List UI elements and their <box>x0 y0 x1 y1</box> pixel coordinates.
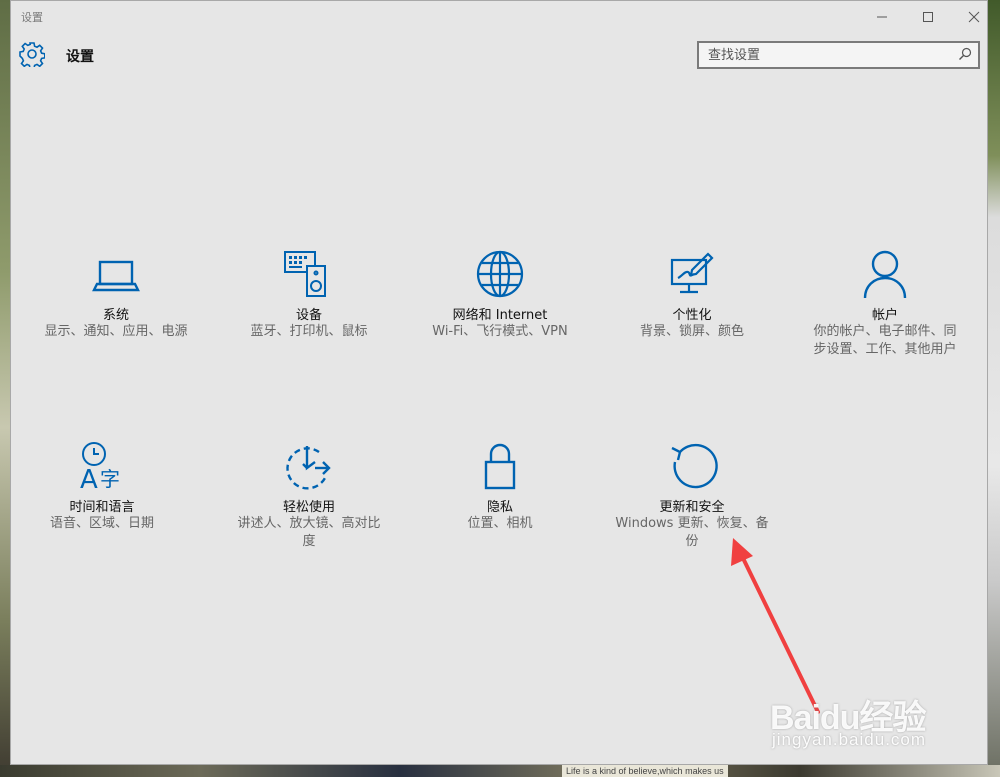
time-language-icon: A 字 <box>80 442 120 494</box>
tile-label: 设备 <box>295 308 322 323</box>
search-box[interactable] <box>697 41 980 69</box>
tile-network[interactable]: 网络和 Internet Wi-Fi、飞行模式、VPN <box>415 246 585 341</box>
desktop-background-right <box>988 0 1000 777</box>
tile-personalization[interactable]: 个性化 背景、锁屏、颜色 <box>607 246 777 341</box>
tile-accounts[interactable]: 帐户 你的帐户、电子邮件、同步设置、工作、其他用户 <box>800 246 970 359</box>
tile-description: 语音、区域、日期 <box>49 516 154 531</box>
header: 设置 <box>11 39 987 73</box>
settings-window: 设置 设置 查找设置 系统 显示、通知、应用、电源 设备 蓝牙、打印机、鼠标 网… <box>10 0 988 765</box>
tile-description: Wi-Fi、飞行模式、VPN <box>432 324 568 339</box>
tile-label: 帐户 <box>871 308 898 323</box>
search-icon[interactable] <box>958 47 972 61</box>
minimize-button[interactable] <box>859 1 905 33</box>
tile-description: Windows 更新、恢复、备份 <box>615 516 769 549</box>
baidu-watermark: Baidu经验 jingyan.baidu.com <box>770 690 926 749</box>
tile-description: 讲述人、放大镜、高对比度 <box>237 516 381 549</box>
watermark-url: jingyan.baidu.com <box>772 730 927 749</box>
tile-ease-of-access[interactable]: 轻松使用 讲述人、放大镜、高对比度 <box>224 438 394 551</box>
tile-label: 轻松使用 <box>282 500 335 515</box>
tile-description: 显示、通知、应用、电源 <box>44 324 188 339</box>
background-tip-text: Life is a kind of believe,which makes us <box>562 765 728 777</box>
svg-text:A: A <box>80 465 98 494</box>
svg-text:字: 字 <box>100 467 120 491</box>
tile-label: 更新和安全 <box>659 500 725 515</box>
laptop-icon <box>92 260 140 292</box>
update-icon <box>671 443 718 489</box>
tile-label: 系统 <box>102 308 129 323</box>
maximize-button[interactable] <box>905 1 951 33</box>
close-icon <box>968 11 980 23</box>
tile-label: 个性化 <box>672 308 712 323</box>
minimize-icon <box>877 16 887 18</box>
page-title: 设置 <box>66 49 94 65</box>
close-button[interactable] <box>951 1 997 33</box>
tile-time-language[interactable]: A 字 时间和语言 语音、区域、日期 <box>17 438 187 533</box>
search-input[interactable] <box>699 43 948 67</box>
personalization-icon <box>670 252 714 294</box>
tile-system[interactable]: 系统 显示、通知、应用、电源 <box>31 246 201 341</box>
tile-description: 蓝牙、打印机、鼠标 <box>250 324 368 339</box>
maximize-icon <box>923 12 933 22</box>
window-title: 设置 <box>21 11 43 24</box>
tile-label: 隐私 <box>486 500 513 515</box>
tile-label: 网络和 Internet <box>452 308 548 323</box>
tile-description: 背景、锁屏、颜色 <box>639 324 744 339</box>
title-bar[interactable]: 设置 <box>11 1 987 33</box>
lock-icon <box>484 443 516 490</box>
person-icon <box>863 250 907 299</box>
devices-icon <box>284 251 326 297</box>
ease-of-access-icon <box>286 446 331 490</box>
tile-update-security[interactable]: 更新和安全 Windows 更新、恢复、备份 <box>607 438 777 551</box>
desktop-background-left <box>0 0 10 777</box>
globe-icon <box>476 250 524 298</box>
tile-privacy[interactable]: 隐私 位置、相机 <box>415 438 585 533</box>
tile-devices[interactable]: 设备 蓝牙、打印机、鼠标 <box>224 246 394 341</box>
tile-description: 位置、相机 <box>467 516 533 531</box>
gear-icon <box>19 42 45 67</box>
tile-label: 时间和语言 <box>69 500 135 515</box>
desktop-background-bottom <box>0 765 1000 777</box>
tile-description: 你的帐户、电子邮件、同步设置、工作、其他用户 <box>813 324 957 357</box>
